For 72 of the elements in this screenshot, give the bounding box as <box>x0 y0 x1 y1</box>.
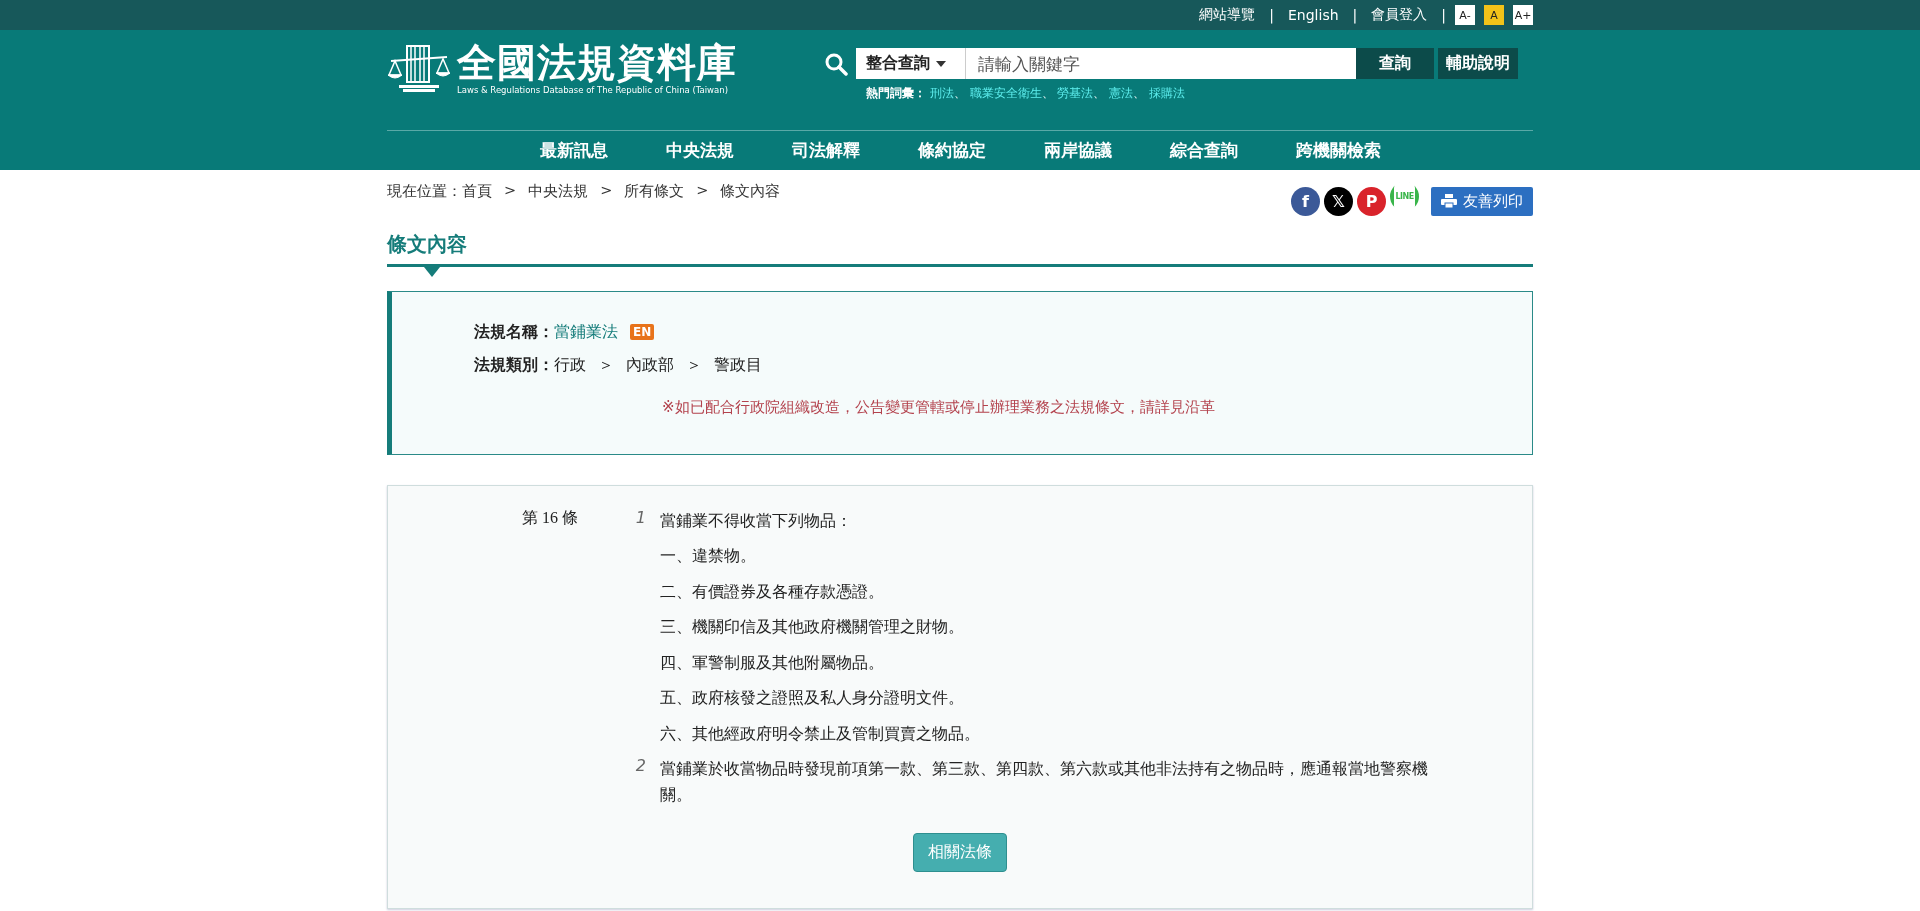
separator: | <box>1441 7 1446 23</box>
separator: > <box>696 182 709 200</box>
hot-term-link[interactable]: 採購法 <box>1149 86 1186 100</box>
breadcrumb-link[interactable]: 中央法規 <box>528 182 589 201</box>
share-icon[interactable]: f <box>1291 186 1320 216</box>
breadcrumb-link[interactable]: 首頁 <box>462 182 492 201</box>
notice-text: ※如已配合行政院組織改造，公告變更管轄或停止辦理業務之法規條文，請詳見沿革 <box>661 397 1216 417</box>
category-item: 行政 <box>554 354 586 376</box>
article-text: 當鋪業於收當物品時發現前項第一款、第三款、第四款、第六款或其他非法持有之物品時，應通報當地警察機關。 <box>660 759 1429 806</box>
separator: | <box>1269 7 1274 23</box>
law-name-link[interactable]: 當鋪業法 <box>554 321 618 343</box>
top-link[interactable]: English <box>1288 7 1339 23</box>
article-text: 四、軍警制服及其他附屬物品。 <box>660 652 885 674</box>
hot-term-link[interactable]: 憲法 <box>1109 86 1134 100</box>
article-text: 三、機關印信及其他政府機關管理之財物。 <box>660 617 965 638</box>
help-button[interactable]: 輔助說明 <box>1438 48 1518 79</box>
nav-item[interactable]: 跨機關檢索 <box>1295 139 1381 162</box>
site-subtitle: Laws & Regulations Database of The Republic of China (Taiwan) <box>457 85 729 95</box>
article-text: 六、其他經政府明令禁止及管制買賣之物品。 <box>660 723 981 745</box>
site-title: 全國法規資料庫 <box>457 41 737 85</box>
category-item: 警政目 <box>714 354 762 376</box>
nav-item[interactable]: 綜合查詢 <box>1169 139 1238 162</box>
field-label: 法規名稱： <box>474 321 554 343</box>
separator: 、 <box>953 86 966 100</box>
breadcrumb-label: 現在位置： <box>387 182 462 201</box>
separator: | <box>1352 7 1358 23</box>
separator: 、 <box>1041 86 1054 100</box>
page-title: 條文內容 <box>387 230 468 258</box>
field-label: 法規類別： <box>474 354 554 376</box>
article-text: 五、政府核發之證照及私人身分證明文件。 <box>660 688 965 709</box>
book-scales-icon <box>387 43 451 93</box>
separator: ＞ <box>598 354 614 376</box>
nav-item[interactable]: 條約協定 <box>917 139 986 162</box>
printer-icon <box>1441 194 1457 209</box>
separator: > <box>600 182 613 200</box>
font-size-button[interactable]: A- <box>1455 5 1475 25</box>
nav-item[interactable]: 中央法規 <box>665 139 734 162</box>
print-button[interactable]: 友善列印 <box>1431 186 1533 216</box>
separator: > <box>504 182 517 200</box>
top-link[interactable]: 網站導覽 <box>1199 6 1256 24</box>
separator: ＞ <box>686 354 702 376</box>
font-size-button[interactable]: A <box>1484 5 1504 25</box>
top-link[interactable]: 會員登入 <box>1371 6 1428 24</box>
caret-icon <box>936 60 946 67</box>
share-icon[interactable]: 𝕏 <box>1324 186 1353 216</box>
hot-term-link[interactable]: 職業安全衛生 <box>969 86 1042 100</box>
article-text: 二、有價證券及各種存款憑證。 <box>660 581 885 603</box>
nav-item[interactable]: 司法解釋 <box>791 139 860 162</box>
english-version-badge[interactable]: EN <box>630 324 655 340</box>
article-text: 一、違禁物。 <box>660 546 757 567</box>
article-text: 當鋪業不得收當下列物品： <box>660 510 853 532</box>
breadcrumb-link[interactable]: 條文內容 <box>720 182 781 201</box>
nav-item[interactable]: 最新訊息 <box>539 139 608 162</box>
hot-term-link[interactable]: 勞基法 <box>1057 86 1094 100</box>
breadcrumb-link[interactable]: 所有條文 <box>624 182 685 201</box>
hot-term-link[interactable]: 刑法 <box>929 86 954 100</box>
separator: 、 <box>1093 86 1106 100</box>
nav-item[interactable]: 兩岸協議 <box>1043 139 1112 162</box>
search-button[interactable]: 查詢 <box>1356 48 1434 79</box>
search-icon[interactable] <box>824 51 848 76</box>
share-icon[interactable]: LINE <box>1390 182 1419 211</box>
article-number: 第 16 條 <box>521 507 578 528</box>
search-scope-dropdown[interactable]: 整合查詢 <box>856 48 966 79</box>
hot-terms-label: 熱門詞彙： <box>866 86 926 100</box>
paragraph-number: 2 <box>634 756 647 777</box>
font-size-button[interactable]: A+ <box>1513 5 1533 25</box>
category-item: 內政部 <box>626 354 674 376</box>
search-field[interactable]: 請輸入關鍵字 <box>966 48 1356 79</box>
separator: 、 <box>1133 86 1146 100</box>
paragraph-number: 1 <box>634 507 647 529</box>
share-icon[interactable]: P <box>1357 186 1386 216</box>
related-laws-button[interactable]: 相關法條 <box>913 833 1007 872</box>
